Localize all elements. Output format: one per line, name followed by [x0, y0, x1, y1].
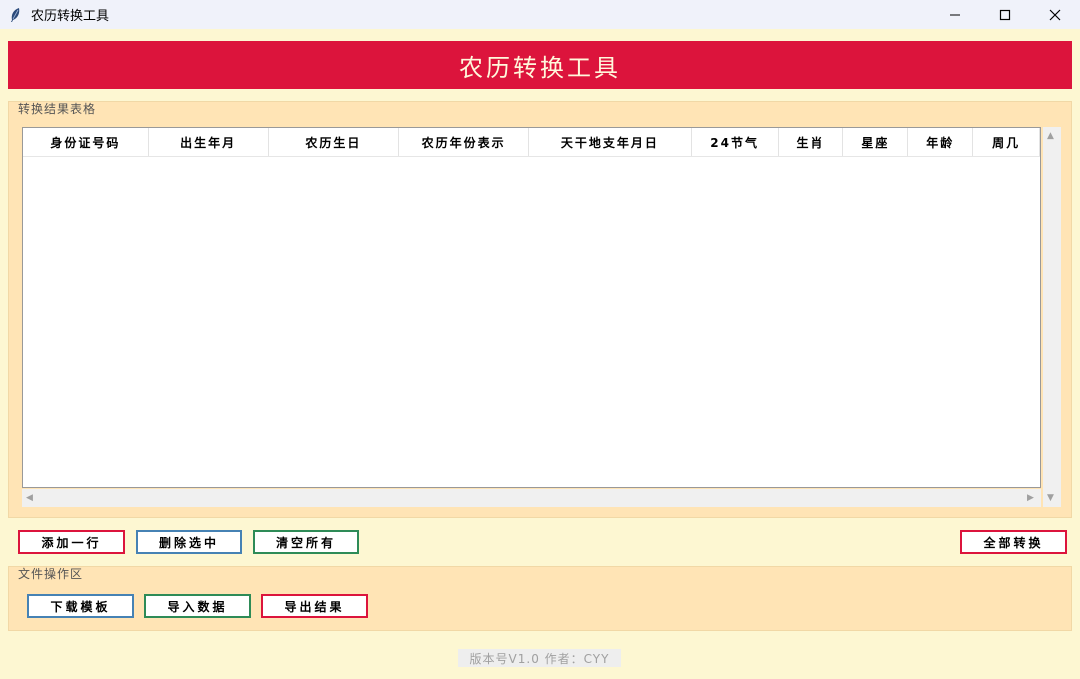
table-section-label: 转换结果表格 [18, 102, 97, 116]
title-bar: 农历转换工具 [0, 0, 1080, 29]
app-banner: 农历转换工具 [8, 41, 1072, 89]
column-header[interactable]: 年龄 [908, 128, 974, 156]
column-header[interactable]: 生肖 [779, 128, 844, 156]
scroll-down-icon[interactable]: ▼ [1047, 493, 1054, 503]
column-header[interactable]: 农历年份表示 [399, 128, 530, 156]
column-header[interactable]: 天干地支年月日 [529, 128, 692, 156]
close-icon [1049, 9, 1061, 20]
export-results-button[interactable]: 导出结果 [261, 594, 368, 618]
add-row-button[interactable]: 添加一行 [18, 530, 125, 554]
file-section: 文件操作区 下载模板 导入数据 导出结果 [8, 566, 1072, 631]
column-header[interactable]: 星座 [843, 128, 909, 156]
feather-icon [9, 7, 23, 23]
column-header[interactable]: 身份证号码 [23, 128, 149, 156]
clear-all-button[interactable]: 清空所有 [253, 530, 359, 554]
results-table[interactable]: 身份证号码 出生年月 农历生日 农历年份表示 天干地支年月日 24节气 生肖 星座 年龄 周几 [22, 127, 1041, 488]
table-header: 身份证号码 出生年月 农历生日 农历年份表示 天干地支年月日 24节气 生肖 星座 年龄 周几 [23, 128, 1041, 157]
vertical-scrollbar[interactable]: ▲ ▼ [1043, 127, 1061, 507]
window-title: 农历转换工具 [31, 9, 110, 24]
scroll-right-icon[interactable]: ▶ [1027, 493, 1034, 503]
import-data-button[interactable]: 导入数据 [144, 594, 251, 618]
close-button[interactable] [1030, 0, 1080, 29]
column-header[interactable]: 周几 [973, 128, 1041, 156]
table-section: 转换结果表格 身份证号码 出生年月 农历生日 农历年份表示 天干地支年月日 24节气 生肖星… [8, 101, 1072, 518]
delete-selected-button[interactable]: 删除选中 [136, 530, 242, 554]
convert-all-button[interactable]: 全部转换 [960, 530, 1067, 554]
scroll-up-icon[interactable]: ▲ [1047, 131, 1054, 141]
minimize-button[interactable] [930, 0, 980, 29]
column-header[interactable]: 24节气 [692, 128, 779, 156]
horizontal-scrollbar[interactable]: ◀ ▶ [22, 489, 1041, 507]
maximize-button[interactable] [980, 0, 1030, 29]
column-header[interactable]: 出生年月 [149, 128, 269, 156]
file-section-label: 文件操作区 [18, 567, 84, 581]
version-footer: 版本号V1.0 作者：CYY [458, 649, 621, 667]
app-client-area: 农历转换工具 转换结果表格 身份证号码 出生年月 农历生日 农历年份表示 天干地支年月日… [0, 29, 1080, 679]
download-template-button[interactable]: 下载模板 [27, 594, 134, 618]
minimize-icon [950, 14, 960, 15]
column-header[interactable]: 农历生日 [269, 128, 400, 156]
scroll-left-icon[interactable]: ◀ [26, 493, 33, 503]
table-body[interactable] [23, 157, 1040, 487]
maximize-icon [999, 9, 1011, 20]
